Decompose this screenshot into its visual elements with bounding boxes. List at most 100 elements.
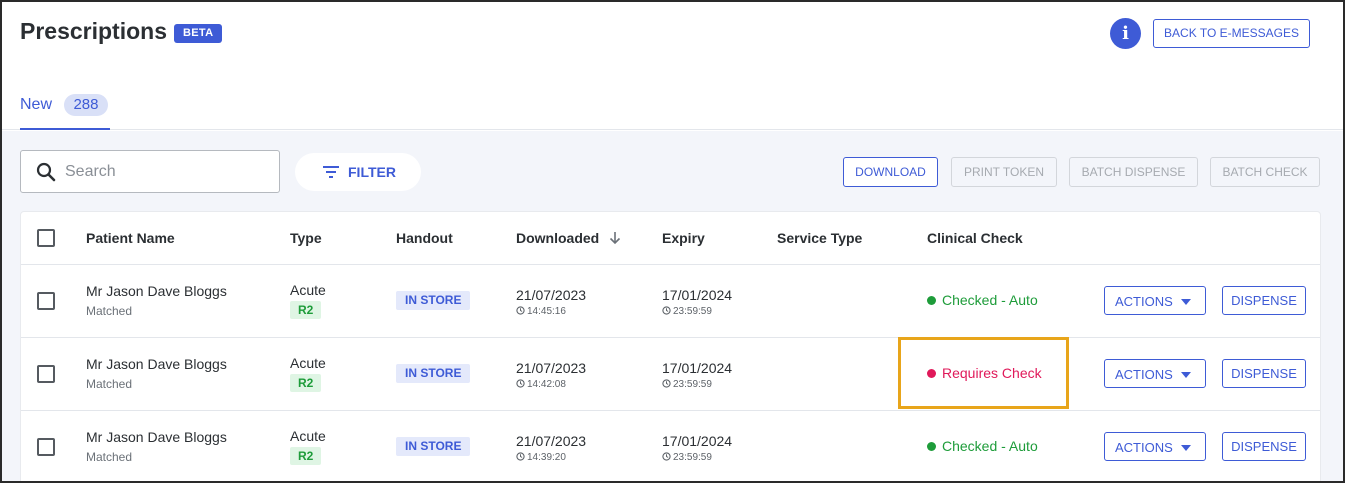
table-header: Patient Name Type Handout Downloaded Exp…	[21, 212, 1320, 265]
download-button[interactable]: DOWNLOAD	[843, 157, 938, 187]
downloaded-cell: 21/07/2023 14:42:08	[516, 360, 586, 390]
column-header-downloaded[interactable]: Downloaded	[516, 230, 621, 246]
actions-label: ACTIONS	[1115, 367, 1173, 382]
downloaded-time-text: 14:45:16	[527, 306, 566, 317]
select-all-checkbox[interactable]	[37, 229, 55, 247]
expiry-time-text: 23:59:59	[673, 306, 712, 317]
handout-badge: IN STORE	[396, 364, 471, 383]
clinical-check-status: Requires Check	[927, 365, 1042, 381]
column-header-downloaded-label: Downloaded	[516, 230, 600, 246]
downloaded-cell: 21/07/2023 14:39:20	[516, 433, 586, 463]
handout-badge: IN STORE	[396, 437, 471, 456]
patient-name: Mr Jason Dave Bloggs	[86, 356, 227, 372]
actions-button[interactable]: ACTIONS	[1104, 359, 1206, 388]
type-name: Acute	[290, 428, 326, 444]
expiry-time-text: 23:59:59	[673, 379, 712, 390]
patient-name: Mr Jason Dave Bloggs	[86, 429, 227, 445]
type-name: Acute	[290, 355, 326, 371]
downloaded-date: 21/07/2023	[516, 360, 587, 376]
search-box[interactable]	[20, 150, 280, 193]
expiry-cell: 17/01/2024 23:59:59	[662, 360, 732, 390]
clinical-check-status: Checked - Auto	[927, 292, 1038, 308]
expiry-cell: 17/01/2024 23:59:59	[662, 287, 732, 317]
page-title: Prescriptions	[20, 18, 167, 44]
dispense-button[interactable]: DISPENSE	[1222, 432, 1306, 461]
downloaded-cell: 21/07/2023 14:45:16	[516, 287, 586, 317]
search-input[interactable]	[65, 151, 275, 192]
downloaded-time: 14:42:08	[516, 379, 586, 390]
row-checkbox[interactable]	[37, 292, 55, 310]
batch-check-button[interactable]: BATCH CHECK	[1210, 157, 1320, 187]
type-cell: Acute R2	[290, 355, 326, 392]
clock-icon	[516, 379, 525, 388]
beta-badge: BETA	[174, 24, 223, 43]
column-header-patient-name[interactable]: Patient Name	[86, 230, 175, 246]
caret-down-icon	[1181, 372, 1191, 378]
clinical-check-text: Requires Check	[942, 365, 1042, 381]
clock-icon	[662, 452, 671, 461]
actions-label: ACTIONS	[1115, 294, 1173, 309]
patient-cell: Mr Jason Dave Bloggs Matched	[86, 283, 227, 318]
expiry-date: 17/01/2024	[662, 287, 733, 303]
downloaded-date: 21/07/2023	[516, 287, 587, 303]
column-header-handout[interactable]: Handout	[396, 230, 453, 246]
info-icon[interactable]: i	[1110, 18, 1141, 49]
expiry-time: 23:59:59	[662, 452, 732, 463]
downloaded-time-text: 14:39:20	[527, 452, 566, 463]
column-header-clinical-check[interactable]: Clinical Check	[927, 230, 1023, 246]
tab-count-badge: 288	[64, 94, 108, 116]
clock-icon	[516, 306, 525, 315]
filter-button[interactable]: FILTER	[295, 153, 421, 191]
arrow-down-icon[interactable]	[609, 231, 621, 245]
expiry-time-text: 23:59:59	[673, 452, 712, 463]
prescriptions-table: Patient Name Type Handout Downloaded Exp…	[20, 211, 1321, 481]
back-to-e-messages-button[interactable]: BACK TO E-MESSAGES	[1153, 19, 1310, 48]
prescriptions-window: Prescriptions BETA i BACK TO E-MESSAGES …	[0, 0, 1345, 483]
expiry-date: 17/01/2024	[662, 433, 733, 449]
dispense-button[interactable]: DISPENSE	[1222, 286, 1306, 315]
filter-label: FILTER	[348, 164, 396, 180]
downloaded-date: 21/07/2023	[516, 433, 587, 449]
column-header-service-type[interactable]: Service Type	[777, 230, 862, 246]
content-area: FILTER DOWNLOAD PRINT TOKEN BATCH DISPEN…	[2, 131, 1343, 481]
filter-icon	[323, 166, 339, 178]
row-checkbox[interactable]	[37, 438, 55, 456]
status-dot-icon	[927, 369, 936, 378]
actions-button[interactable]: ACTIONS	[1104, 432, 1206, 461]
caret-down-icon	[1181, 445, 1191, 451]
expiry-time: 23:59:59	[662, 379, 732, 390]
status-dot-icon	[927, 296, 936, 305]
handout-badge: IN STORE	[396, 291, 471, 310]
clinical-check-text: Checked - Auto	[942, 438, 1038, 454]
status-dot-icon	[927, 442, 936, 451]
patient-cell: Mr Jason Dave Bloggs Matched	[86, 429, 227, 464]
clinical-check-text: Checked - Auto	[942, 292, 1038, 308]
dispense-button[interactable]: DISPENSE	[1222, 359, 1306, 388]
batch-dispense-button[interactable]: BATCH DISPENSE	[1069, 157, 1198, 187]
clock-icon	[516, 452, 525, 461]
clinical-check-status: Checked - Auto	[927, 438, 1038, 454]
downloaded-time: 14:45:16	[516, 306, 586, 317]
tab-label: New	[20, 96, 53, 113]
table-row[interactable]: Mr Jason Dave Bloggs Matched Acute R2 IN…	[21, 338, 1320, 411]
caret-down-icon	[1181, 299, 1191, 305]
table-row[interactable]: Mr Jason Dave Bloggs Matched Acute R2 IN…	[21, 265, 1320, 338]
tab-new[interactable]: New 288	[20, 90, 110, 130]
search-icon	[36, 162, 56, 182]
row-checkbox[interactable]	[37, 365, 55, 383]
table-row[interactable]: Mr Jason Dave Bloggs Matched Acute R2 IN…	[21, 411, 1320, 481]
column-header-expiry[interactable]: Expiry	[662, 230, 705, 246]
patient-status: Matched	[86, 377, 133, 391]
patient-status: Matched	[86, 450, 133, 464]
downloaded-time-text: 14:42:08	[527, 379, 566, 390]
print-token-button[interactable]: PRINT TOKEN	[951, 157, 1057, 187]
expiry-date: 17/01/2024	[662, 360, 733, 376]
patient-cell: Mr Jason Dave Bloggs Matched	[86, 356, 227, 391]
column-header-type[interactable]: Type	[290, 230, 322, 246]
page-header: Prescriptions BETA i BACK TO E-MESSAGES …	[2, 2, 1343, 130]
clock-icon	[662, 379, 671, 388]
downloaded-time: 14:39:20	[516, 452, 586, 463]
patient-name: Mr Jason Dave Bloggs	[86, 283, 227, 299]
actions-button[interactable]: ACTIONS	[1104, 286, 1206, 315]
actions-label: ACTIONS	[1115, 440, 1173, 455]
